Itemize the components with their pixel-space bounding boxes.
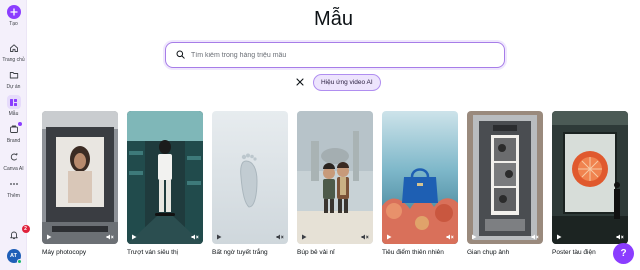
template-title: Máy photocopy bbox=[42, 249, 87, 256]
search-input[interactable] bbox=[191, 51, 504, 59]
sidebar-item-label: Thêm bbox=[7, 193, 20, 199]
play-icon[interactable] bbox=[216, 234, 222, 240]
template-title: Búp bê vải nỉ bbox=[297, 249, 335, 256]
online-status-dot bbox=[16, 259, 22, 264]
close-icon bbox=[296, 73, 304, 91]
template-title: Trượt ván siêu thị bbox=[127, 249, 179, 256]
folder-icon bbox=[7, 68, 21, 82]
sidebar-item-label: Dự án bbox=[6, 84, 21, 90]
home-icon bbox=[7, 41, 21, 55]
search-icon bbox=[176, 46, 185, 64]
play-icon[interactable] bbox=[46, 234, 52, 240]
sidebar-item-templates[interactable]: Mẫu bbox=[0, 95, 27, 117]
help-label: ? bbox=[620, 248, 627, 259]
template-thumbnail-felt-dolls bbox=[297, 111, 373, 244]
play-icon[interactable] bbox=[471, 234, 477, 240]
play-icon[interactable] bbox=[386, 234, 392, 240]
brand-icon bbox=[7, 122, 22, 136]
template-card[interactable]: Bất ngờ tuyết trắng bbox=[212, 111, 288, 256]
play-icon[interactable] bbox=[556, 234, 562, 240]
filter-chip-ai-video-effects[interactable]: Hiệu ứng video AI bbox=[313, 74, 381, 91]
search-bar[interactable] bbox=[165, 42, 505, 68]
sidebar-item-brand[interactable]: Brand bbox=[0, 122, 27, 144]
bell-icon: 2 bbox=[7, 225, 30, 242]
mute-icon[interactable] bbox=[446, 234, 454, 240]
page-title: Mẫu bbox=[314, 8, 353, 30]
template-card[interactable]: Gian chụp ảnh bbox=[467, 111, 543, 256]
sidebar-item-label: Canva AI bbox=[3, 166, 24, 172]
template-title: Tiêu điểm thiên nhiên bbox=[382, 249, 444, 256]
template-card[interactable]: Tiêu điểm thiên nhiên bbox=[382, 111, 458, 256]
mute-icon[interactable] bbox=[616, 234, 624, 240]
help-button[interactable]: ? bbox=[613, 243, 634, 264]
template-thumbnail-supermarket-skate bbox=[127, 111, 203, 244]
more-icon bbox=[7, 177, 21, 191]
template-card[interactable]: Búp bê vải nỉ bbox=[297, 111, 373, 256]
template-thumbnail-snow-surprise bbox=[212, 111, 288, 244]
brand-crown-badge bbox=[17, 122, 22, 126]
mute-icon[interactable] bbox=[191, 234, 199, 240]
template-card[interactable]: Poster tàu điện bbox=[552, 111, 628, 256]
sidebar-item-more[interactable]: Thêm bbox=[0, 177, 27, 199]
sidebar-item-canva-ai[interactable]: Canva AI bbox=[0, 150, 27, 172]
template-title: Gian chụp ảnh bbox=[467, 249, 510, 256]
play-icon[interactable] bbox=[301, 234, 307, 240]
template-title: Bất ngờ tuyết trắng bbox=[212, 249, 268, 256]
template-thumbnail-subway-poster bbox=[552, 111, 628, 244]
notification-count-badge: 2 bbox=[21, 225, 30, 233]
template-thumbnail-photocopier bbox=[42, 111, 118, 244]
account-button[interactable]: AT bbox=[0, 249, 27, 264]
filter-chip-label: Hiệu ứng video AI bbox=[321, 79, 373, 86]
notifications-button[interactable]: 2 bbox=[0, 225, 30, 242]
mute-icon[interactable] bbox=[106, 234, 114, 240]
sidebar-item-home[interactable]: Trang chủ bbox=[0, 41, 27, 63]
template-thumbnail-nature-spotlight bbox=[382, 111, 458, 244]
template-card[interactable]: Máy photocopy bbox=[42, 111, 118, 256]
avatar: AT bbox=[6, 249, 22, 264]
play-icon[interactable] bbox=[131, 234, 137, 240]
mute-icon[interactable] bbox=[531, 234, 539, 240]
sidebar: Tạo Trang chủ Dự án Mẫu Brand Canva AI T… bbox=[0, 0, 30, 270]
mute-icon[interactable] bbox=[361, 234, 369, 240]
template-thumbnail-photo-booth bbox=[467, 111, 543, 244]
sidebar-item-label: Brand bbox=[6, 138, 21, 144]
mute-icon[interactable] bbox=[276, 234, 284, 240]
sidebar-item-projects[interactable]: Dự án bbox=[0, 68, 27, 90]
sidebar-item-label: Trang chủ bbox=[2, 57, 25, 63]
avatar-initials: AT bbox=[10, 253, 17, 259]
canva-ai-icon bbox=[7, 150, 21, 164]
template-card[interactable]: Trượt ván siêu thị bbox=[127, 111, 203, 256]
clear-filters-button[interactable] bbox=[293, 75, 307, 89]
templates-icon bbox=[6, 95, 21, 109]
sidebar-item-label: Mẫu bbox=[8, 111, 19, 117]
